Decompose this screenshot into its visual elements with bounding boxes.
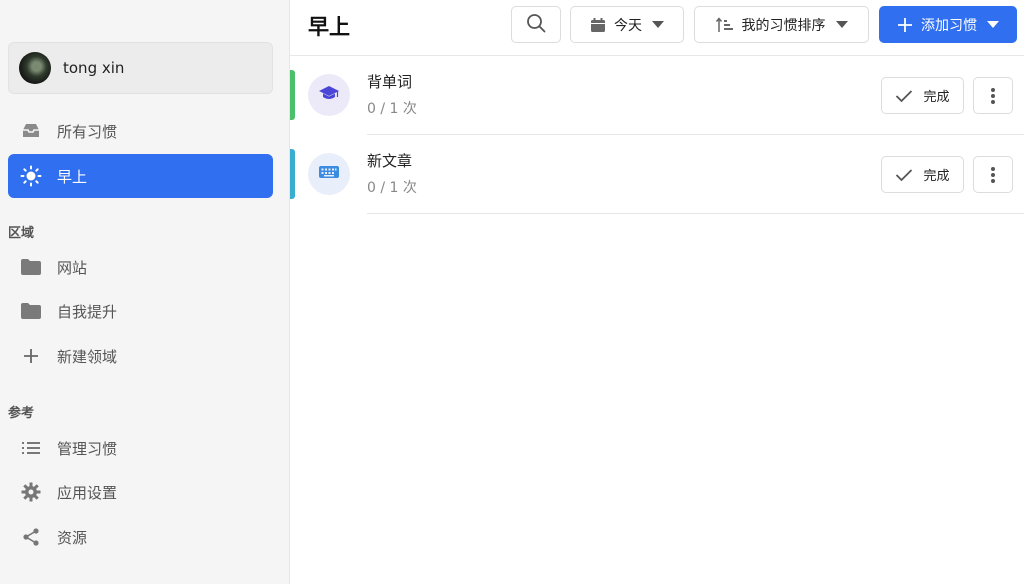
graduation-cap-icon (318, 84, 340, 106)
search-icon (526, 13, 546, 37)
habit-row[interactable]: 新文章 0 / 1 次 完成 (290, 135, 1024, 214)
sidebar-item-label: 网站 (57, 258, 88, 277)
sort-icon (715, 16, 734, 33)
more-vertical-icon (991, 87, 995, 104)
habit-accent-bar (290, 70, 295, 120)
gear-icon (20, 481, 42, 503)
inbox-icon (20, 120, 42, 142)
date-filter-label: 今天 (614, 17, 642, 34)
habit-icon-badge (308, 74, 350, 116)
habit-row[interactable]: 背单词 0 / 1 次 完成 (290, 56, 1024, 135)
sidebar: tong xin 所有习惯 早上 区域 网站 自我提升 新建领域 参考 管理习惯… (0, 0, 290, 584)
habit-accent-bar (290, 149, 295, 199)
check-icon (896, 89, 913, 102)
app: tong xin 所有习惯 早上 区域 网站 自我提升 新建领域 参考 管理习惯… (0, 0, 1024, 584)
plus-icon (897, 17, 913, 33)
sidebar-item-label: 所有习惯 (57, 122, 118, 141)
section-label-reference: 参考 (8, 406, 35, 421)
sidebar-item-label: 应用设置 (57, 483, 118, 502)
complete-button[interactable]: 完成 (881, 156, 964, 193)
sort-label: 我的习惯排序 (741, 17, 826, 34)
sun-icon (20, 165, 42, 187)
keyboard-icon (318, 164, 340, 184)
more-vertical-icon (991, 166, 995, 183)
complete-button[interactable]: 完成 (881, 77, 964, 114)
search-button[interactable] (511, 6, 561, 43)
page-title: 早上 (308, 15, 350, 39)
chevron-down-icon (652, 21, 664, 28)
add-habit-button[interactable]: 添加习惯 (879, 6, 1017, 43)
row-divider (367, 213, 1024, 214)
sidebar-item-morning[interactable]: 早上 (8, 154, 273, 198)
user-profile[interactable]: tong xin (8, 42, 273, 94)
sidebar-item-label: 资源 (57, 528, 88, 547)
date-filter-dropdown[interactable]: 今天 (570, 6, 684, 43)
chevron-down-icon (835, 21, 848, 28)
complete-label: 完成 (923, 169, 950, 184)
calendar-icon (590, 17, 606, 33)
add-habit-label: 添加习惯 (921, 17, 977, 34)
habit-name: 背单词 (367, 73, 413, 91)
more-options-button[interactable] (973, 77, 1013, 114)
sidebar-item-app-settings[interactable]: 应用设置 (8, 470, 273, 514)
section-label-areas: 区域 (8, 226, 35, 241)
sidebar-item-self-improvement[interactable]: 自我提升 (8, 289, 273, 333)
avatar (19, 52, 51, 84)
chevron-down-icon (987, 21, 999, 28)
plus-icon (20, 345, 42, 367)
habit-progress: 0 / 1 次 (367, 180, 417, 196)
check-icon (896, 168, 913, 181)
more-options-button[interactable] (973, 156, 1013, 193)
list-icon (20, 437, 42, 459)
sidebar-item-manage-habits[interactable]: 管理习惯 (8, 426, 273, 470)
sidebar-item-label: 新建领域 (57, 347, 118, 366)
share-icon (20, 526, 42, 548)
main-content: 早上 今天 我的习惯排序 添加习惯 背单词 0 / 1 次 完成 新文章 0 /… (290, 0, 1024, 584)
top-bar: 早上 今天 我的习惯排序 添加习惯 (290, 0, 1024, 56)
complete-label: 完成 (923, 90, 950, 105)
user-name: tong xin (63, 59, 125, 77)
habit-name: 新文章 (367, 152, 413, 170)
sidebar-item-all-habits[interactable]: 所有习惯 (8, 109, 273, 153)
habit-progress: 0 / 1 次 (367, 101, 417, 117)
sort-dropdown[interactable]: 我的习惯排序 (694, 6, 869, 43)
sidebar-item-resources[interactable]: 资源 (8, 515, 273, 559)
sidebar-item-label: 早上 (57, 167, 88, 186)
sidebar-item-label: 管理习惯 (57, 439, 118, 458)
sidebar-item-new-area[interactable]: 新建领域 (8, 334, 273, 378)
habit-icon-badge (308, 153, 350, 195)
sidebar-item-label: 自我提升 (57, 302, 118, 321)
folder-icon (20, 300, 42, 322)
sidebar-item-website[interactable]: 网站 (8, 245, 273, 289)
folder-icon (20, 256, 42, 278)
